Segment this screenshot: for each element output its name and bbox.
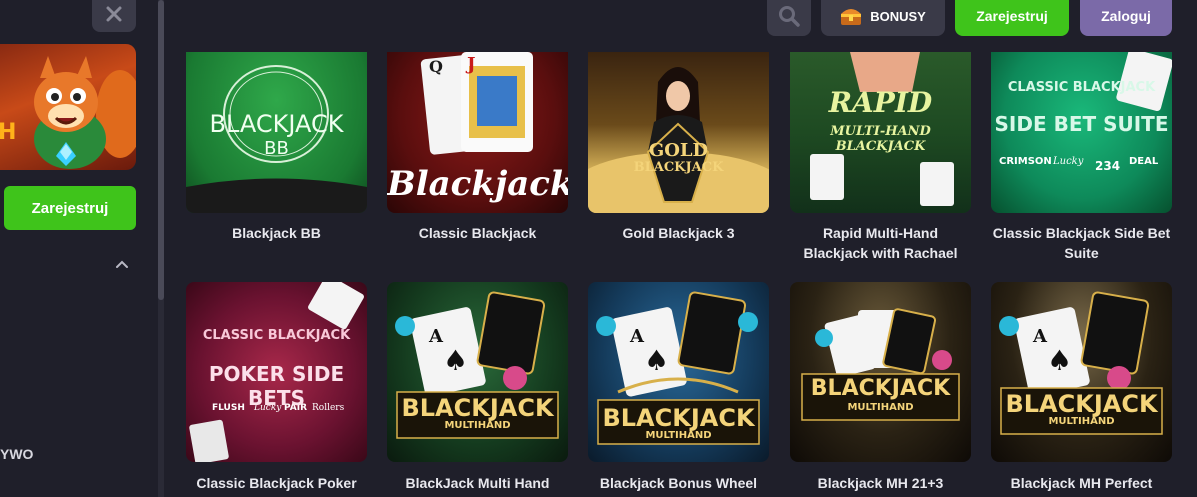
art-subtitle: MULTIHAND (645, 430, 712, 441)
promo-text-partial: H (0, 120, 17, 145)
header-register-button[interactable]: Zarejestruj (955, 0, 1069, 36)
game-title[interactable]: Blackjack MH Perfect (991, 473, 1172, 493)
game-card[interactable]: A ♠ BLACKJACK MULTIHAND Blackjack MH Per… (991, 282, 1172, 493)
sidebar-item-partial[interactable]: YWO (0, 446, 33, 462)
game-card[interactable]: A ♠ BLACKJACK MULTIHAND BlackJack Multi … (387, 282, 568, 493)
game-thumbnail[interactable]: A ♠ BLACKJACK MULTIHAND (387, 282, 568, 462)
svg-text:♠: ♠ (644, 344, 669, 377)
art-subtitle: SIDE BET SUITE (994, 112, 1169, 136)
art-title: BLACKJACK (209, 110, 344, 138)
login-button[interactable]: Zaloguj (1080, 0, 1172, 36)
art-title: BLACKJACK (602, 404, 755, 432)
game-title[interactable]: Blackjack BB (186, 223, 367, 243)
game-title[interactable]: Classic Blackjack Side Bet Suite (991, 223, 1172, 263)
svg-text:CRIMSON: CRIMSON (999, 156, 1052, 167)
scrollbar-thumb[interactable] (158, 0, 164, 300)
chevron-up-icon[interactable] (114, 256, 130, 272)
close-sidebar-button[interactable] (92, 0, 136, 32)
svg-text:A: A (428, 326, 444, 347)
game-thumbnail[interactable]: FLUSH Lucky PAIR Rollers CLASSIC BLACKJA… (186, 282, 367, 462)
art-title: CLASSIC BLACKJACK (1007, 80, 1156, 95)
search-icon (779, 6, 800, 27)
game-thumbnail[interactable]: GOLD BLACKJACK (588, 52, 769, 213)
game-card[interactable]: FLUSH Lucky PAIR Rollers CLASSIC BLACKJA… (186, 282, 367, 493)
game-title[interactable]: Classic Blackjack Poker (186, 473, 367, 493)
art-title: BLACKJACK (810, 376, 951, 401)
ace-cards-art: A ♠ (395, 291, 559, 439)
game-card[interactable]: BLACKJACK MULTIHAND Blackjack MH 21+3 (790, 282, 971, 493)
game-title[interactable]: Blackjack MH 21+3 (790, 473, 971, 493)
svg-text:Q: Q (429, 57, 443, 76)
svg-text:DEAL: DEAL (1129, 156, 1159, 167)
art-title: CLASSIC BLACKJACK (202, 328, 351, 343)
perfect-pairs-art: A ♠ (999, 291, 1163, 435)
live-dealer-art (588, 67, 769, 213)
game-title[interactable]: Classic Blackjack (387, 223, 568, 243)
game-title[interactable]: Rapid Multi-Hand Blackjack with Rachael (790, 223, 971, 263)
art-subtitle: BB (264, 138, 289, 159)
art-subtitle: MULTIHAND (1048, 416, 1115, 427)
bonus-label: BONUSY (870, 8, 926, 24)
svg-text:♠: ♠ (1047, 344, 1072, 377)
squirrel-mascot-image (34, 56, 136, 169)
game-thumbnail[interactable]: A ♠ BLACKJACK MULTIHAND (588, 282, 769, 462)
game-card[interactable]: CRIMSON Lucky 234 DEAL CLASSIC BLACKJACK… (991, 52, 1172, 263)
svg-text:A: A (629, 326, 645, 347)
game-thumbnail[interactable]: RAPID MULTI-HAND BLACKJACK (790, 52, 971, 213)
game-card[interactable]: A ♠ BLACKJACK MULTIHAND Blackjack Bonus … (588, 282, 769, 493)
game-card[interactable]: RAPID MULTI-HAND BLACKJACK Rapid Multi-H… (790, 52, 971, 263)
game-title[interactable]: Gold Blackjack 3 (588, 223, 769, 243)
close-icon (106, 6, 122, 22)
promo-banner-image[interactable]: H (0, 44, 136, 170)
art-title: GOLD (648, 140, 709, 161)
game-card[interactable]: GOLD BLACKJACK Gold Blackjack 3 (588, 52, 769, 243)
art-subtitle: POKER SIDE BETS (208, 362, 345, 410)
svg-text:234: 234 (1095, 159, 1120, 173)
game-thumbnail[interactable]: A ♠ BLACKJACK MULTIHAND (991, 282, 1172, 462)
svg-text:J: J (465, 54, 476, 75)
game-card[interactable]: BLACKJACK BB Blackjack BB (186, 52, 367, 243)
svg-text:Lucky: Lucky (1052, 156, 1084, 167)
sidebar-register-button[interactable]: Zarejestruj (4, 186, 136, 230)
svg-text:A: A (1032, 326, 1048, 347)
art-title: BLACKJACK (401, 394, 554, 422)
art-title: RAPID (828, 86, 933, 119)
art-title: Blackjack (387, 164, 568, 204)
game-card[interactable]: J Q Blackjack Classic Blackjack (387, 52, 568, 243)
game-title[interactable]: BlackJack Multi Hand (387, 473, 568, 493)
svg-text:♠: ♠ (443, 344, 468, 377)
sidebar: H Zarejestruj YWO (0, 0, 158, 497)
game-title[interactable]: Blackjack Bonus Wheel (588, 473, 769, 493)
art-subtitle: BLACKJACK (633, 160, 724, 175)
art-subtitle: MULTI-HAND BLACKJACK (830, 124, 931, 154)
game-thumbnail[interactable]: BLACKJACK MULTIHAND (790, 282, 971, 462)
bonus-button[interactable]: BONUSY (821, 0, 945, 36)
art-subtitle: MULTIHAND (444, 420, 511, 431)
treasure-chest-icon (841, 9, 862, 25)
search-button[interactable] (767, 0, 811, 36)
art-title: BLACKJACK (1005, 390, 1158, 418)
three-cards-art (801, 308, 960, 421)
art-subtitle: MULTIHAND (847, 402, 914, 413)
game-thumbnail[interactable]: CRIMSON Lucky 234 DEAL CLASSIC BLACKJACK… (991, 52, 1172, 213)
game-thumbnail[interactable]: BLACKJACK BB (186, 52, 367, 213)
sidebar-scrollbar[interactable] (158, 0, 164, 497)
game-thumbnail[interactable]: J Q Blackjack (387, 52, 568, 213)
